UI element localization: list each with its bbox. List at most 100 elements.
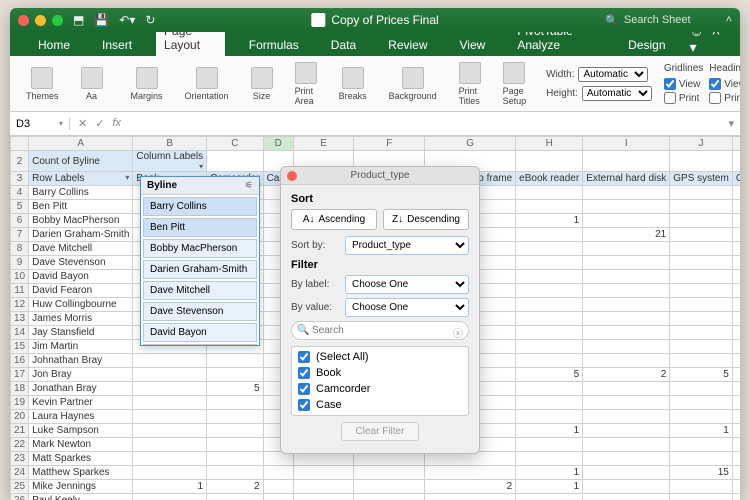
row-header[interactable]: 14 [11, 326, 29, 340]
pivot-cell[interactable] [670, 228, 733, 242]
pivot-cell[interactable] [516, 270, 583, 284]
pivot-cell[interactable] [207, 410, 263, 424]
byline-slicer[interactable]: Byline⚟ Barry CollinsBen PittBobby MacPh… [140, 176, 260, 346]
pivot-cell[interactable] [516, 284, 583, 298]
slicer-item[interactable]: Darien Graham-Smith [143, 260, 257, 279]
pivot-cell[interactable] [516, 382, 583, 396]
row-label[interactable]: Darien Graham-Smith [29, 228, 133, 242]
pivot-cell[interactable] [583, 354, 670, 368]
pivot-cell[interactable] [263, 494, 293, 500]
print-area-button[interactable]: Print Area [287, 60, 325, 108]
row-label[interactable]: Jay Stansfield [29, 326, 133, 340]
pivot-cell[interactable] [516, 410, 583, 424]
pivot-cell[interactable] [732, 368, 740, 382]
worksheet[interactable]: ABCDEFGHIJKL2Count of BylineColumn Label… [10, 136, 740, 500]
pivot-cell[interactable] [732, 480, 740, 494]
row-header[interactable]: 15 [11, 340, 29, 354]
row-header[interactable]: 22 [11, 438, 29, 452]
pivot-cell[interactable] [732, 410, 740, 424]
pivot-cell[interactable] [732, 242, 740, 256]
row-label[interactable]: James Morris [29, 312, 133, 326]
row-label[interactable]: David Bayon [29, 270, 133, 284]
row-header[interactable]: 8 [11, 242, 29, 256]
col-header-J[interactable]: J [670, 137, 733, 151]
filter-search-input[interactable] [291, 321, 469, 340]
size-button[interactable]: Size [243, 65, 281, 103]
breaks-button[interactable]: Breaks [331, 65, 375, 103]
pivot-cell[interactable] [732, 200, 740, 214]
pivot-cell[interactable] [583, 452, 670, 466]
col-header-G[interactable]: G [425, 137, 516, 151]
clear-filter-button[interactable]: Clear Filter [341, 422, 420, 441]
row-header[interactable]: 4 [11, 186, 29, 200]
pivot-cell[interactable] [516, 312, 583, 326]
by-label-select[interactable]: Choose One [345, 275, 469, 294]
sort-descending-button[interactable]: Z↓Descending [383, 209, 469, 230]
slicer-item[interactable]: David Fearon [143, 344, 257, 345]
pivot-cell[interactable] [732, 186, 740, 200]
pivot-cell[interactable] [583, 270, 670, 284]
row-header[interactable]: 7 [11, 228, 29, 242]
close-icon[interactable] [287, 171, 297, 181]
pivot-cell[interactable] [670, 382, 733, 396]
pivot-cell[interactable] [354, 494, 425, 500]
tab-view[interactable]: View [452, 34, 494, 56]
pivot-cell[interactable] [207, 438, 263, 452]
tab-design[interactable]: Design [620, 34, 673, 56]
col-header-I[interactable]: I [583, 137, 670, 151]
pivot-cell[interactable] [133, 438, 207, 452]
pivot-cell[interactable] [133, 396, 207, 410]
slicer-clear-icon[interactable]: ⚟ [245, 180, 253, 191]
pivot-cell[interactable] [516, 256, 583, 270]
slicer-item[interactable]: Dave Mitchell [143, 281, 257, 300]
pivot-cell[interactable] [670, 494, 733, 500]
row-label[interactable]: Mike Jennings [29, 480, 133, 494]
tab-data[interactable]: Data [323, 34, 364, 56]
pivot-cell[interactable] [670, 214, 733, 228]
filter-option[interactable]: Case [294, 397, 466, 413]
orientation-button[interactable]: Orientation [177, 65, 237, 103]
row-header[interactable]: 21 [11, 424, 29, 438]
gridlines-view-checkbox[interactable]: View [664, 78, 703, 90]
row-header[interactable]: 10 [11, 270, 29, 284]
pivot-cell[interactable] [732, 228, 740, 242]
pivot-cell[interactable] [670, 298, 733, 312]
row-label[interactable]: Luke Sampson [29, 424, 133, 438]
pivot-cell[interactable] [516, 354, 583, 368]
col-header-F[interactable]: F [354, 137, 425, 151]
pivot-cell[interactable] [516, 298, 583, 312]
sort-ascending-button[interactable]: A↓Ascending [291, 209, 377, 230]
pivot-cell[interactable] [133, 424, 207, 438]
height-select[interactable]: Automatic [582, 86, 652, 101]
pivot-cell[interactable] [732, 312, 740, 326]
row-label[interactable]: David Fearon [29, 284, 133, 298]
pivot-cell[interactable] [670, 354, 733, 368]
pivot-cell[interactable] [207, 396, 263, 410]
background-button[interactable]: Background [381, 65, 445, 103]
pivot-cell[interactable] [732, 452, 740, 466]
pivot-cell[interactable] [670, 312, 733, 326]
row-header[interactable]: 12 [11, 298, 29, 312]
tab-insert[interactable]: Insert [94, 34, 140, 56]
undo-icon[interactable]: ↶▾ [119, 13, 135, 27]
tab-formulas[interactable]: Formulas [241, 34, 307, 56]
col-header-E[interactable]: E [293, 137, 353, 151]
pivot-cell[interactable] [732, 326, 740, 340]
row-header[interactable]: 23 [11, 452, 29, 466]
slicer-item[interactable]: Ben Pitt [143, 218, 257, 237]
row-header[interactable]: 3 [11, 172, 29, 186]
expand-formula-icon[interactable]: ▾ [722, 117, 740, 130]
headings-print-checkbox[interactable]: Print [709, 92, 740, 104]
width-select[interactable]: Automatic [578, 67, 648, 82]
pivot-cell[interactable] [732, 214, 740, 228]
page-setup-button[interactable]: Page Setup [495, 60, 535, 108]
pivot-cell[interactable] [133, 452, 207, 466]
pivot-cell[interactable] [732, 494, 740, 500]
pivot-cell[interactable] [133, 368, 207, 382]
row-header[interactable]: 17 [11, 368, 29, 382]
pivot-cell[interactable] [732, 298, 740, 312]
pivot-cell[interactable] [354, 466, 425, 480]
row-label[interactable]: Ben Pitt [29, 200, 133, 214]
pivot-cell[interactable]: 2 [425, 480, 516, 494]
headings-view-checkbox[interactable]: View [709, 78, 740, 90]
